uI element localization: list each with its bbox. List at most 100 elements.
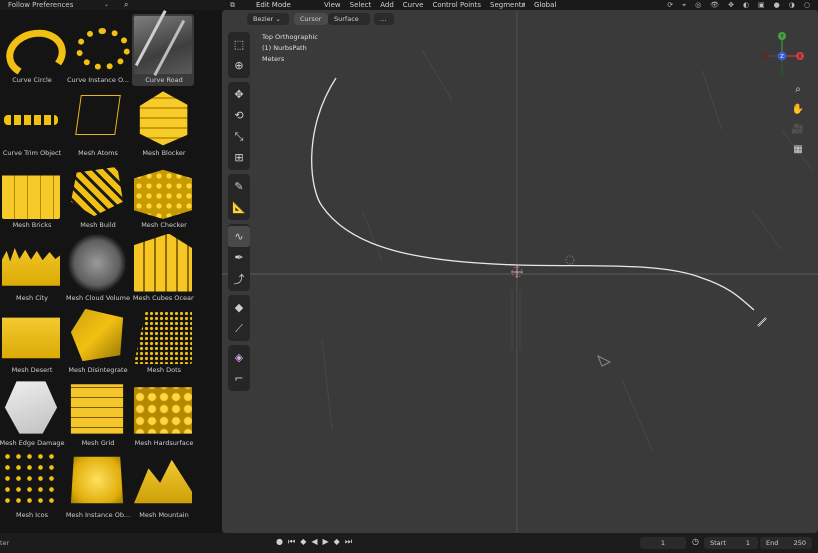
units-label: Meters <box>262 55 285 63</box>
asset-tile[interactable]: Curve Circle <box>0 14 64 86</box>
more-options-dropdown[interactable]: … <box>374 13 394 25</box>
current-frame-field[interactable]: 1 <box>640 537 686 549</box>
asset-tile[interactable]: Mesh Mountain <box>132 449 194 521</box>
zoom-icon[interactable]: ⌕ <box>790 84 806 104</box>
shading-material-icon[interactable]: ◑ <box>789 0 795 10</box>
shading-rendered-icon[interactable]: ○ <box>804 0 810 10</box>
asset-label: Mesh Grid <box>81 438 115 447</box>
randomize-icon[interactable]: ◈ <box>228 347 250 368</box>
asset-label: Curve Instance O... <box>66 76 129 84</box>
asset-tile[interactable]: Mesh Hardsurface <box>132 377 194 449</box>
asset-thumbnail <box>134 169 192 219</box>
asset-tile[interactable]: Curve Instance O... <box>66 14 130 86</box>
visibility-icon[interactable]: 👁 <box>710 0 719 10</box>
proportional-edit-icon[interactable]: ◎ <box>695 0 701 10</box>
menu-curve[interactable]: Curve <box>403 0 424 10</box>
asset-tile[interactable]: Mesh Cubes Ocean <box>132 232 194 304</box>
asset-thumbnail <box>134 16 192 74</box>
snap-icon[interactable]: ⌖ <box>682 0 686 10</box>
tilt-icon[interactable]: ⟋ <box>228 318 250 339</box>
asset-tile[interactable]: Mesh Blocker <box>132 87 194 159</box>
next-keyframe-icon[interactable]: ◆ <box>334 537 340 547</box>
view-name: Top Orthographic <box>262 33 318 41</box>
surface-option[interactable]: Surface <box>328 13 370 25</box>
asset-thumbnail <box>134 233 192 292</box>
preferences-dropdown[interactable]: Follow Preferences <box>8 0 73 10</box>
gizmo-toggle-icon[interactable]: ✥ <box>728 0 734 10</box>
end-frame-field[interactable]: End 250 <box>760 537 812 549</box>
asset-tile[interactable]: Mesh Instance Ob... <box>66 449 130 521</box>
asset-label: Curve Road <box>145 76 183 84</box>
ortho-grid-icon[interactable]: ▦ <box>790 144 806 164</box>
pivot-icon[interactable]: ⟳ <box>667 0 673 10</box>
shading-solid-icon[interactable]: ● <box>774 0 780 10</box>
asset-tile[interactable]: Mesh Bricks <box>0 159 64 231</box>
rotate-icon[interactable]: ⟲ <box>228 105 250 126</box>
asset-tile[interactable]: Mesh Grid <box>66 377 130 449</box>
asset-thumbnail <box>70 456 124 504</box>
asset-tile[interactable]: Mesh Build <box>66 159 130 231</box>
camera-view-icon[interactable]: 🎥 <box>790 124 806 144</box>
end-label: End <box>766 539 779 547</box>
start-frame-field[interactable]: Start 1 <box>704 537 758 549</box>
pen-icon[interactable]: ✒ <box>228 247 250 268</box>
jump-end-icon[interactable]: ⏭ <box>345 537 352 547</box>
panel-divider <box>194 10 222 540</box>
nurbs-curve[interactable] <box>311 77 755 311</box>
curve-type-dropdown[interactable]: Bezier ⌄ <box>247 13 289 25</box>
orientation-dropdown[interactable]: Global <box>534 0 556 10</box>
3d-viewport[interactable]: Bezier ⌄ Cursor Surface … Top Orthograph… <box>222 10 818 533</box>
draw-curve-icon[interactable]: ∿ <box>228 226 250 247</box>
scale-icon[interactable]: ⤡ <box>228 126 250 147</box>
light-icon[interactable] <box>565 255 575 265</box>
3d-cursor[interactable] <box>511 266 523 278</box>
xray-icon[interactable]: ▣ <box>758 0 765 10</box>
asset-tile[interactable]: Mesh Checker <box>132 159 194 231</box>
overlay-icon[interactable]: ◐ <box>743 0 749 10</box>
menu-control-points[interactable]: Control Points <box>432 0 481 10</box>
asset-tile[interactable]: Curve Road <box>132 14 194 86</box>
asset-thumbnail <box>68 233 126 292</box>
menu-add[interactable]: Add <box>380 0 394 10</box>
asset-thumbnail <box>2 317 60 359</box>
shear-icon[interactable]: ⌐ <box>228 368 250 389</box>
radius-icon[interactable]: ◆ <box>228 297 250 318</box>
extrude-icon[interactable]: ⤴ <box>228 268 250 289</box>
start-label: Start <box>710 539 726 547</box>
camera-icon[interactable] <box>597 354 612 367</box>
menu-select[interactable]: Select <box>350 0 372 10</box>
move-icon[interactable]: ✥ <box>228 84 250 105</box>
play-reverse-icon[interactable]: ◀ <box>311 537 317 547</box>
annotate-icon[interactable]: ✎ <box>228 176 250 197</box>
search-icon[interactable]: ⌕ <box>124 0 128 10</box>
asset-thumbnail <box>68 16 130 74</box>
asset-tile[interactable]: Mesh Cloud Volume <box>66 232 130 304</box>
editor-type-icon[interactable]: ⧉ <box>230 0 235 10</box>
asset-tile[interactable]: Curve Trim Object <box>0 87 64 159</box>
pan-hand-icon[interactable]: ✋ <box>790 104 806 124</box>
prev-keyframe-icon[interactable]: ◆ <box>300 537 306 547</box>
jump-start-icon[interactable]: ⏮ <box>288 537 295 547</box>
asset-thumbnail <box>139 91 188 146</box>
transform-icon[interactable]: ⊞ <box>228 147 250 168</box>
background-lines <box>321 49 813 451</box>
cursor-option[interactable]: Cursor <box>294 13 328 25</box>
navigation-gizmo[interactable]: Y X Z <box>758 28 806 78</box>
record-icon[interactable]: ● <box>276 537 283 547</box>
asset-tile[interactable]: Mesh Disintegrate <box>66 304 130 376</box>
mode-dropdown[interactable]: Edit Mode <box>256 0 291 10</box>
orientation-icon[interactable]: ↗ <box>520 0 526 10</box>
asset-tile[interactable]: Mesh Desert <box>0 304 64 376</box>
select-box-icon[interactable]: ⬚ <box>228 34 250 55</box>
asset-tile[interactable]: Mesh City <box>0 232 64 304</box>
menu-view[interactable]: View <box>324 0 341 10</box>
play-icon[interactable]: ▶ <box>323 537 329 547</box>
asset-tile[interactable]: Mesh Dots <box>132 304 194 376</box>
asset-tile[interactable]: Mesh Edge Damage <box>0 377 65 449</box>
clock-icon[interactable]: ◷ <box>692 537 699 546</box>
measure-icon[interactable]: 📐 <box>228 197 250 218</box>
asset-tile[interactable]: Mesh Atoms <box>66 87 130 159</box>
cursor-tool-icon[interactable]: ⊕ <box>228 55 250 76</box>
asset-tile[interactable]: Mesh Icos <box>0 449 64 521</box>
chevron-down-icon[interactable]: ⌄ <box>104 0 109 10</box>
